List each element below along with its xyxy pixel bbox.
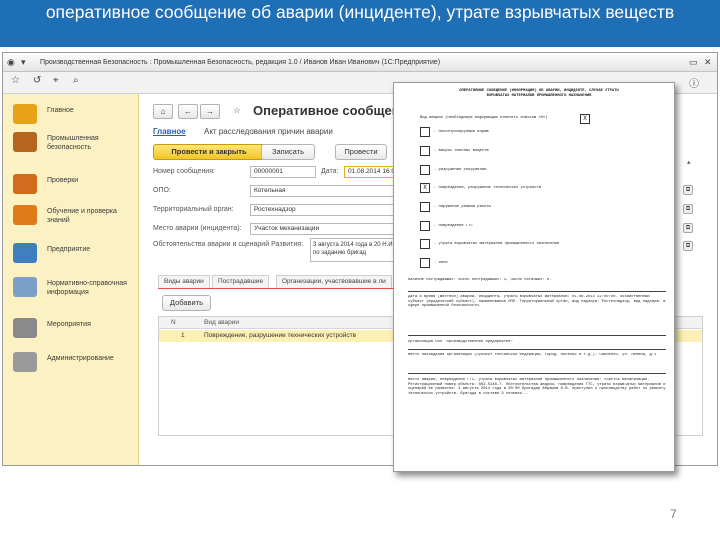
check-label-0: - неконтролируемый взрыв	[434, 130, 489, 134]
sidebar-item-label: Промышленная безопасность	[47, 135, 99, 151]
place-open-button[interactable]: ⧉	[683, 223, 693, 233]
tab-organizations[interactable]: Организации, участвовавшие в ли	[276, 275, 392, 288]
checkbox-3: Х	[420, 183, 430, 193]
circumstances-label: Обстоятельства аварии и сценарий Развити…	[153, 241, 304, 248]
factory-icon	[13, 132, 37, 152]
save-button[interactable]: Записать	[261, 144, 315, 160]
territorial-body-field[interactable]: Ростехнадзор	[250, 204, 400, 216]
home-icon	[13, 104, 37, 124]
check-label-7: - иное	[434, 261, 448, 265]
sections-sidebar: Главное Промышленная безопасность Провер…	[3, 94, 139, 465]
header-accident-type: Вид аварии	[204, 319, 240, 326]
title-bar: ◉ ▾ Производственная Безопасность : Пром…	[3, 53, 717, 72]
checkbox-0	[420, 127, 430, 137]
tab-main[interactable]: Главное	[153, 127, 186, 136]
opo-field[interactable]: Котельная	[250, 185, 400, 197]
sidebar-item-label: Главное	[47, 107, 74, 114]
divider	[408, 349, 666, 350]
checkbox-6	[420, 239, 430, 249]
window-controls-icon[interactable]: ▭	[689, 53, 698, 72]
checkbox-4	[420, 202, 430, 212]
sidebar-item-label: Проверки	[47, 177, 79, 184]
document-block-1: Дата и время (местное) аварии, инцидента…	[408, 295, 666, 309]
favorite-star-icon[interactable]: ☆	[227, 104, 247, 119]
sidebar-item-label: Администрирование	[47, 355, 114, 362]
scroll-up-icon[interactable]: ▴	[687, 158, 696, 167]
victims-line: Наличие пострадавших: число пострадавших…	[408, 278, 552, 282]
books-icon	[13, 205, 37, 225]
sidebar-item-label: Обучение и проверка знаний	[47, 208, 117, 224]
territorial-body-label: Территориальный орган:	[153, 206, 234, 213]
printed-report-document: ОПЕРАТИВНОЕ СООБЩЕНИЕ (ИНФОРМАЦИЯ) ОБ АВ…	[393, 82, 675, 472]
accident-place-label: Место аварии (инцидента):	[153, 225, 242, 232]
history-icon[interactable]: ↺	[33, 75, 41, 86]
date-field[interactable]: 01.08.2014 16:0	[344, 166, 400, 178]
header-n: N	[171, 319, 176, 326]
active-tab-underline	[158, 288, 398, 289]
date-label: Дата:	[321, 168, 339, 175]
checkbox-7	[420, 258, 430, 268]
checkbox-5	[420, 221, 430, 231]
app-logo-icon[interactable]: ◉	[7, 53, 15, 72]
window-title: Производственная Безопасность : Промышле…	[40, 59, 441, 66]
check-label-3: - повреждение, разрушение технических ус…	[434, 186, 542, 190]
search-icon[interactable]: ⌕	[73, 75, 79, 86]
cell-accident-type: Повреждение, разрушение технических устр…	[204, 332, 357, 339]
post-and-close-button[interactable]: Провести и закрыть	[153, 144, 265, 160]
circumstances-open-button[interactable]: ⧉	[683, 241, 693, 251]
sidebar-item-label: Предприятие	[47, 246, 91, 253]
tab-victims[interactable]: Пострадавшие	[212, 275, 270, 288]
sidebar-item-label: Нормативно-справочная информация	[47, 280, 127, 296]
divider	[408, 335, 666, 336]
number-label: Номер сообщения:	[153, 168, 215, 175]
check-label-1: - выброс опасных веществ	[434, 149, 489, 153]
window-menu-icon[interactable]: ▾	[21, 53, 26, 72]
tab-investigation-act[interactable]: Акт расследования причин аварии	[204, 127, 333, 136]
forward-button[interactable]: →	[200, 104, 220, 119]
info-icon[interactable]: ⓘ	[689, 75, 699, 90]
check-label-5: - повреждение ГТС	[434, 224, 473, 228]
pin-icon[interactable]: ⌖	[53, 75, 59, 86]
divider	[408, 373, 666, 374]
intro-checkbox: Х	[580, 114, 590, 124]
document-intro: Вид аварии (необходимую информацию отмет…	[420, 116, 548, 120]
opo-open-button[interactable]: ⧉	[683, 185, 693, 195]
tab-accident-types[interactable]: Виды аварии	[158, 275, 210, 288]
reference-icon	[13, 277, 37, 297]
check-label-2: - разрушение сооружений	[434, 168, 487, 172]
gears-icon	[13, 318, 37, 338]
slide-title: оперативное сообщение об аварии (инциден…	[0, 0, 720, 47]
clipboard-icon	[13, 174, 37, 194]
checkbox-1	[420, 146, 430, 156]
accident-place-field[interactable]: Участок механизации	[250, 223, 400, 235]
checkbox-2	[420, 165, 430, 175]
admin-icon	[13, 352, 37, 372]
building-icon	[13, 243, 37, 263]
star-icon[interactable]: ☆	[11, 75, 20, 86]
territorial-body-open-button[interactable]: ⧉	[683, 204, 693, 214]
document-block-4: Место аварии, повреждения ГТС, утраты вз…	[408, 378, 666, 396]
document-title: ОПЕРАТИВНОЕ СООБЩЕНИЕ (ИНФОРМАЦИЯ) ОБ АВ…	[459, 89, 619, 98]
home-nav-button[interactable]: ⌂	[153, 104, 173, 119]
document-block-2: Организация ООО "Производственное предпр…	[408, 340, 513, 344]
back-button[interactable]: ←	[178, 104, 198, 119]
close-icon[interactable]: ✕	[704, 53, 712, 72]
opo-label: ОПО:	[153, 187, 171, 194]
post-button[interactable]: Провести	[335, 144, 387, 160]
document-block-3: Место нахождения организации (субъект Ро…	[408, 353, 657, 357]
cell-n: 1	[181, 332, 185, 339]
check-label-4: - нарушение режима работы	[434, 205, 491, 209]
sidebar-item-label: Мероприятия	[47, 321, 91, 328]
add-button[interactable]: Добавить	[162, 295, 211, 311]
check-label-6: - утрата взрывчатых материалов промышлен…	[434, 242, 560, 246]
circumstances-field[interactable]: 3 августа 2014 года в 20 Н.И. по заданию…	[310, 238, 400, 262]
number-field[interactable]: 00000001	[250, 166, 316, 178]
divider	[408, 291, 666, 292]
page-number: 7	[670, 507, 677, 521]
